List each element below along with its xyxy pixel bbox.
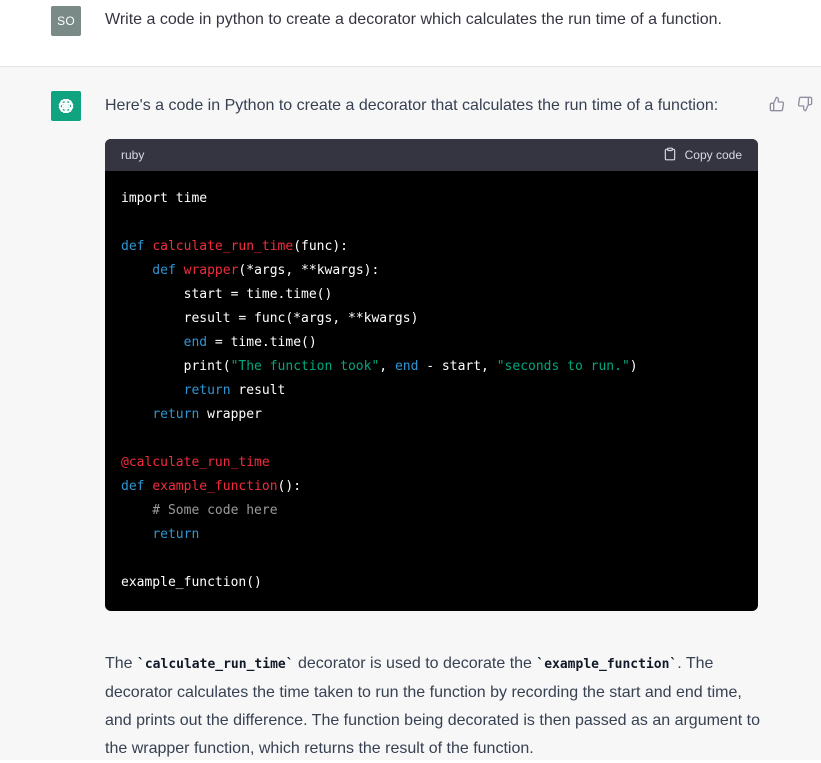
code-line: end = time.time() xyxy=(121,331,742,355)
code-line: import time xyxy=(121,187,742,211)
code-token: end xyxy=(394,359,419,374)
code-token: (): xyxy=(277,479,302,494)
code-language-label: ruby xyxy=(121,148,145,162)
explanation-prefix: The xyxy=(105,655,138,672)
code-line: def example_function(): xyxy=(121,475,742,499)
code-token: @calculate_run_time xyxy=(121,455,270,470)
code-token: example_function() xyxy=(121,575,262,590)
code-token: def xyxy=(121,239,153,254)
code-token: # Some code here xyxy=(121,503,278,518)
code-line: def calculate_run_time(func): xyxy=(121,235,742,259)
code-token: - start, xyxy=(418,359,497,374)
code-line: result = func(*args, **kwargs) xyxy=(121,307,742,331)
code-token: "The function took" xyxy=(230,359,380,374)
code-token: wrapper xyxy=(183,263,239,278)
code-token: def xyxy=(121,479,153,494)
code-token: calculate_run_time xyxy=(152,239,294,254)
code-token: "seconds to run." xyxy=(496,359,630,374)
code-token: (*args, **kwargs): xyxy=(238,263,380,278)
code-line: example_function() xyxy=(121,571,742,595)
code-token: result xyxy=(230,383,286,398)
code-line: def wrapper(*args, **kwargs): xyxy=(121,259,742,283)
code-line: # Some code here xyxy=(121,499,742,523)
assistant-message-row: Here's a code in Python to create a deco… xyxy=(0,67,821,760)
code-block: ruby Copy code import time def calculate_… xyxy=(105,139,758,611)
code-line: return result xyxy=(121,379,742,403)
user-message-text: Write a code in python to create a decor… xyxy=(105,11,722,28)
code-token: print( xyxy=(121,359,231,374)
inline-code-example-function: `example_function` xyxy=(536,657,678,672)
code-line: @calculate_run_time xyxy=(121,451,742,475)
user-message-row: SO Write a code in python to create a de… xyxy=(0,0,821,67)
inline-code-calculate-run-time: `calculate_run_time` xyxy=(137,657,294,672)
code-line: start = time.time() xyxy=(121,283,742,307)
user-avatar: SO xyxy=(51,6,81,36)
code-token: ) xyxy=(629,359,638,374)
code-token: = time.time() xyxy=(207,335,317,350)
openai-logo-icon xyxy=(51,91,81,121)
code-token: (func): xyxy=(293,239,348,254)
code-token: result = func(*args, **kwargs) xyxy=(121,311,419,326)
code-token: example_function xyxy=(152,479,278,494)
code-token: def xyxy=(121,263,184,278)
code-line: print("The function took", end - start, … xyxy=(121,355,742,379)
assistant-intro-text: Here's a code in Python to create a deco… xyxy=(105,97,719,114)
code-token: return xyxy=(152,527,200,542)
copy-code-label: Copy code xyxy=(684,148,742,162)
explanation-paragraph: The `calculate_run_time` decorator is us… xyxy=(105,650,765,763)
code-token: wrapper xyxy=(199,407,262,422)
code-token: return xyxy=(183,383,231,398)
clipboard-icon xyxy=(663,147,677,164)
code-content: import time def calculate_run_time(func):… xyxy=(105,171,758,611)
code-line: return wrapper xyxy=(121,403,742,427)
code-token: import time xyxy=(121,191,208,206)
copy-code-button[interactable]: Copy code xyxy=(663,147,742,164)
code-line: return xyxy=(121,523,742,547)
code-token: return xyxy=(152,407,200,422)
code-token: end xyxy=(183,335,208,350)
explanation-middle: decorator is used to decorate the xyxy=(293,655,537,672)
thumbs-up-icon[interactable] xyxy=(768,95,786,113)
code-block-header: ruby Copy code xyxy=(105,139,758,171)
code-token: start = time.time() xyxy=(121,287,333,302)
thumbs-down-icon[interactable] xyxy=(796,95,814,113)
code-token: , xyxy=(379,359,395,374)
